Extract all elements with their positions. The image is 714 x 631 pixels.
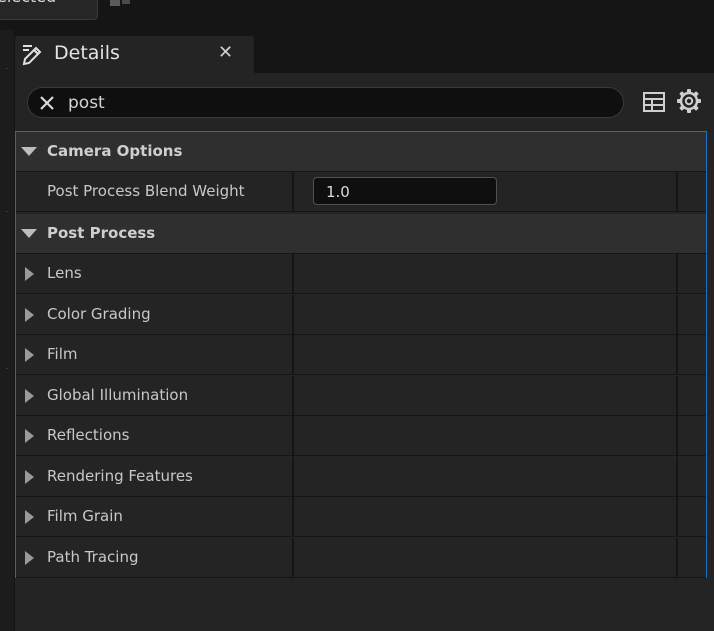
column-divider <box>292 457 294 496</box>
expand-arrow-icon[interactable] <box>21 229 37 238</box>
subcategory-label: Color Grading <box>47 305 151 323</box>
left-side-strip <box>0 30 14 631</box>
column-divider <box>292 335 294 374</box>
subcategory-color-grading[interactable]: Color Grading <box>16 295 706 335</box>
category-label: Camera Options <box>47 142 183 160</box>
clear-search-icon[interactable] <box>39 95 55 111</box>
column-divider <box>676 254 678 293</box>
collapsed-arrow-icon[interactable] <box>25 429 34 443</box>
collapsed-arrow-icon[interactable] <box>25 348 34 362</box>
selection-dropdown[interactable]: elected ▾ <box>0 0 98 20</box>
column-divider <box>292 538 294 577</box>
column-divider <box>676 335 678 374</box>
expand-arrow-icon[interactable] <box>21 147 37 156</box>
tab-details[interactable]: Details ✕ <box>15 36 254 73</box>
column-divider <box>676 497 678 536</box>
close-icon[interactable]: ✕ <box>218 42 233 63</box>
column-divider <box>676 172 678 211</box>
details-panel: Camera Options Post Process Blend Weight… <box>15 73 714 631</box>
top-toolbar: elected ▾ <box>0 0 714 30</box>
subcategory-label: Lens <box>47 264 82 282</box>
subcategory-film-grain[interactable]: Film Grain <box>16 497 706 537</box>
collapsed-arrow-icon[interactable] <box>25 267 34 281</box>
collapsed-arrow-icon[interactable] <box>25 308 34 322</box>
property-matrix-icon[interactable] <box>642 90 666 114</box>
subcategory-label: Reflections <box>47 426 130 444</box>
column-divider[interactable] <box>292 172 294 211</box>
collapsed-arrow-icon[interactable] <box>25 551 34 565</box>
collapsed-arrow-icon[interactable] <box>25 510 34 524</box>
chevron-down-icon: ▾ <box>71 0 77 2</box>
tab-title: Details <box>54 42 120 64</box>
subcategory-label: Film <box>47 345 78 363</box>
column-divider <box>676 295 678 334</box>
pencil-details-icon <box>22 45 42 66</box>
column-divider <box>676 457 678 496</box>
search-box <box>27 87 624 118</box>
column-divider <box>292 497 294 536</box>
blend-weight-field[interactable] <box>313 177 497 205</box>
subcategory-path-tracing[interactable]: Path Tracing <box>16 538 706 578</box>
viewport-options-icon[interactable] <box>110 0 134 8</box>
column-divider <box>676 416 678 455</box>
details-property-tree: Camera Options Post Process Blend Weight… <box>15 131 707 578</box>
collapsed-arrow-icon[interactable] <box>25 470 34 484</box>
property-post-process-blend-weight: Post Process Blend Weight <box>16 172 706 212</box>
column-divider <box>676 376 678 415</box>
property-label: Post Process Blend Weight <box>47 182 245 200</box>
category-camera-options[interactable]: Camera Options <box>16 132 706 172</box>
collapsed-arrow-icon[interactable] <box>25 389 34 403</box>
search-input[interactable] <box>66 90 610 116</box>
gear-icon[interactable] <box>676 88 702 114</box>
category-label: Post Process <box>47 224 156 242</box>
column-divider <box>292 376 294 415</box>
column-divider <box>292 416 294 455</box>
column-divider <box>676 538 678 577</box>
subcategory-label: Global Illumination <box>47 386 189 404</box>
subcategory-global-illumination[interactable]: Global Illumination <box>16 376 706 416</box>
subcategory-label: Film Grain <box>47 507 123 525</box>
subcategory-label: Rendering Features <box>47 467 193 485</box>
subcategory-reflections[interactable]: Reflections <box>16 416 706 456</box>
selection-dropdown-label: elected <box>0 0 56 6</box>
subcategory-label: Path Tracing <box>47 548 139 566</box>
blend-weight-input[interactable] <box>324 181 488 203</box>
subcategory-lens[interactable]: Lens <box>16 254 706 294</box>
subcategory-rendering-features[interactable]: Rendering Features <box>16 457 706 497</box>
column-divider <box>292 254 294 293</box>
subcategory-film[interactable]: Film <box>16 335 706 375</box>
column-divider <box>292 295 294 334</box>
category-post-process[interactable]: Post Process <box>16 214 706 254</box>
